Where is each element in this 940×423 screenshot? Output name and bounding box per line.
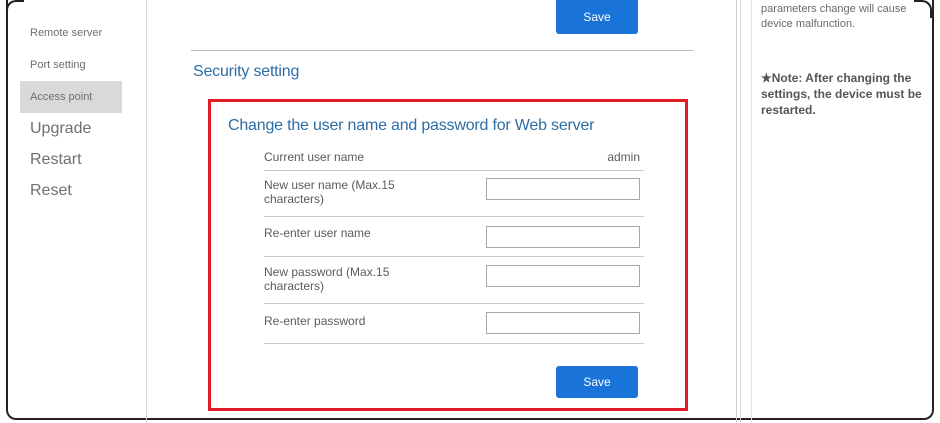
reenter-password-row: Re-enter password	[264, 312, 640, 336]
current-user-row: Current user name admin	[264, 150, 640, 166]
row-separator	[264, 343, 644, 344]
form-title: Change the user name and password for We…	[228, 117, 595, 134]
frame-corner-left	[6, 0, 24, 18]
new-password-row: New password (Max.15 characters)	[264, 265, 640, 297]
row-separator	[264, 216, 644, 217]
sidebar: Remote server Port setting Access point …	[20, 18, 122, 206]
current-user-label: Current user name	[264, 150, 365, 164]
new-user-input[interactable]	[486, 178, 640, 200]
reenter-user-input[interactable]	[486, 226, 640, 248]
sidebar-item-remote-server[interactable]: Remote server	[20, 17, 122, 49]
section-title: Security setting	[193, 63, 300, 80]
row-separator	[264, 170, 644, 171]
new-user-label: New user name (Max.15 characters)	[264, 178, 395, 206]
warning-note: parameters change will cause device malf…	[761, 3, 907, 30]
save-button-top[interactable]: Save	[556, 0, 638, 34]
right-panel-divider	[736, 0, 737, 423]
sidebar-item-reset[interactable]: Reset	[20, 175, 122, 206]
right-panel-divider-edge	[751, 0, 752, 423]
sidebar-item-port-setting[interactable]: Port setting	[20, 49, 122, 81]
sidebar-item-access-point[interactable]: Access point	[20, 81, 122, 113]
divider	[191, 50, 693, 51]
new-user-row: New user name (Max.15 characters)	[264, 178, 640, 210]
reenter-user-label: Re-enter user name	[264, 226, 371, 240]
restart-note: ★Note: After changing the settings, the …	[761, 71, 922, 117]
current-user-value: admin	[607, 150, 640, 164]
sidebar-item-restart[interactable]: Restart	[20, 144, 122, 175]
row-separator	[264, 256, 644, 257]
highlight-box	[208, 99, 688, 411]
sidebar-divider	[146, 0, 147, 423]
sidebar-item-upgrade[interactable]: Upgrade	[20, 113, 122, 144]
right-panel-divider-inner	[740, 0, 741, 423]
save-button[interactable]: Save	[556, 366, 638, 398]
reenter-password-input[interactable]	[486, 312, 640, 334]
reenter-password-label: Re-enter password	[264, 314, 366, 328]
row-separator	[264, 303, 644, 304]
new-password-label: New password (Max.15 characters)	[264, 265, 390, 293]
new-password-input[interactable]	[486, 265, 640, 287]
reenter-user-row: Re-enter user name	[264, 226, 640, 250]
